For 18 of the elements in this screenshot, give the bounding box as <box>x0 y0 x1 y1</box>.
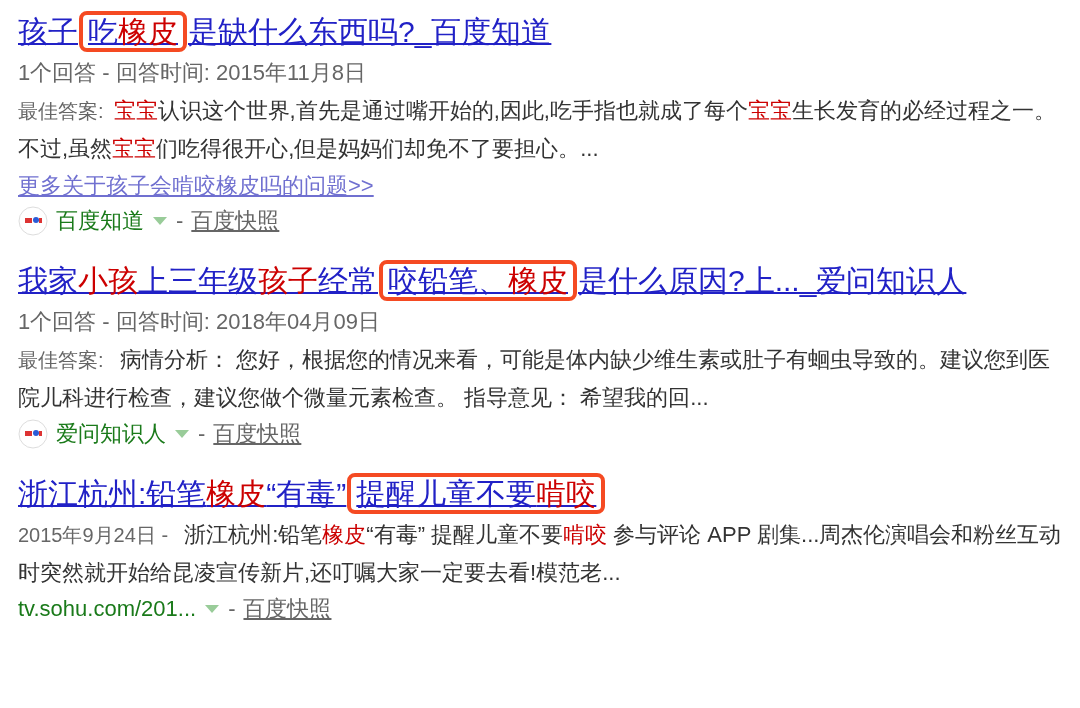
dropdown-caret-icon[interactable] <box>174 428 190 439</box>
dropdown-caret-icon[interactable] <box>204 603 221 614</box>
snapshot-link[interactable]: 百度快照 <box>191 204 280 237</box>
source-name: 百度知道 <box>56 207 144 235</box>
source-name: tv.sohu.com/201... <box>18 595 197 623</box>
result-snippet: 最佳答案: 宝宝认识这个世界,首先是通过嘴开始的,因此,吃手指也就成了每个宝宝生长发育的必经过程之一。不过,虽然宝宝们吃得很开心,但是妈妈们却免不了要担心。... <box>18 97 1057 163</box>
snapshot-link[interactable]: 百度快照 <box>243 592 332 625</box>
result-meta: 1个回答 - 回答时间: 2015年11月8日 <box>18 59 367 87</box>
snapshot-link[interactable]: 百度快照 <box>213 417 302 450</box>
separator: - <box>176 207 184 235</box>
dropdown-caret-icon[interactable] <box>152 215 168 226</box>
more-questions-link[interactable]: 更多关于孩子会啃咬橡皮吗的问题>> <box>18 168 374 204</box>
separator: - <box>198 420 206 448</box>
result-meta: 1个回答 - 回答时间: 2018年04月09日 <box>18 308 380 336</box>
result-snippet: 2015年9月24日 - 浙江杭州:铅笔橡皮“有毒” 提醒儿童不要啃咬 参与评论 APP 剧集...周杰伦演唱会和粉丝互动时突然就开始给昆凌宣传新片,还叮嘱大家一定要去看!模范老... <box>18 521 1063 587</box>
separator: - <box>228 595 236 623</box>
source-name: 爱问知识人 <box>56 420 166 448</box>
result-snippet: 最佳答案: 病情分析： 您好，根据您的情况来看，可能是体内缺少维生素或肚子有蛔虫导致的。建议您到医院儿科进行检查，建议您做个微量元素检查。 指导意见： 希望我的回... <box>18 346 1051 412</box>
